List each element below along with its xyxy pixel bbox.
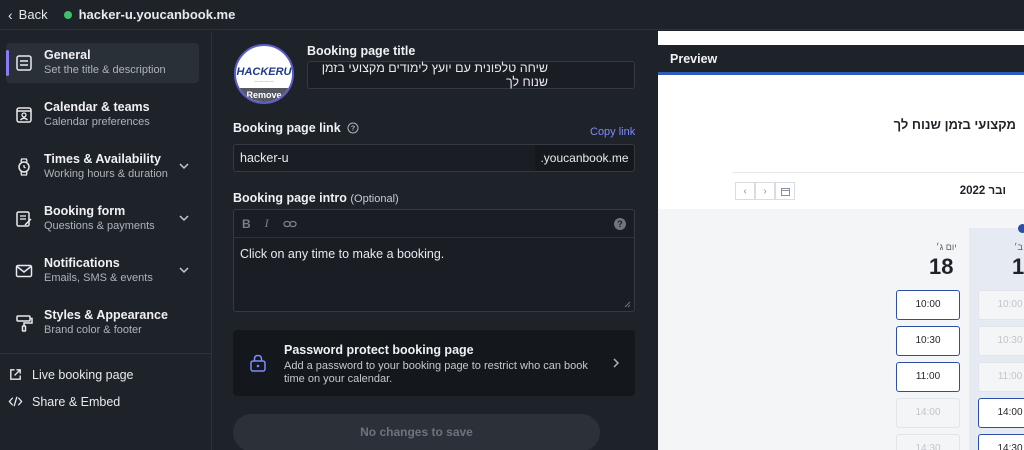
next-week-button[interactable]: › bbox=[755, 182, 775, 200]
share-embed-link[interactable]: Share & Embed bbox=[8, 394, 120, 409]
time-slot-unavailable: 11:00 bbox=[978, 362, 1024, 392]
avatar[interactable]: HACKERU — — — — Remove bbox=[234, 44, 294, 104]
help-icon[interactable]: ? bbox=[614, 218, 626, 230]
password-description: Add a password to your booking page to r… bbox=[284, 360, 588, 385]
intro-label-row: Booking page intro (Optional) bbox=[233, 191, 399, 205]
intro-label: Booking page intro bbox=[233, 191, 347, 205]
save-button[interactable]: No changes to save bbox=[233, 414, 600, 450]
day-number: 18 bbox=[929, 254, 954, 279]
resize-handle-icon[interactable] bbox=[624, 301, 631, 308]
time-slot-unavailable: 10:00 bbox=[978, 290, 1024, 320]
intro-text[interactable]: Click on any time to make a booking. bbox=[240, 247, 444, 261]
preview-date-nav: ‹ › bbox=[735, 182, 795, 200]
preview-page-title: מקצועי בזמן שנוח לך bbox=[893, 117, 1016, 132]
chevron-right-icon bbox=[613, 358, 620, 368]
calendar-user-icon bbox=[16, 107, 32, 123]
sidebar-item-title: Styles & Appearance bbox=[44, 308, 168, 322]
sidebar-item-title: Booking form bbox=[44, 204, 126, 218]
day-label: ב׳ bbox=[1014, 242, 1023, 252]
title-input-value: שיחה טלפונית עם יועץ לימודים מקצועי בזמן… bbox=[321, 61, 548, 89]
sidebar-item-subtitle: Set the title & description bbox=[44, 64, 166, 76]
link-label-row: Booking page link ? bbox=[233, 121, 359, 135]
preview-month-label: ובר 2022 bbox=[959, 185, 1006, 197]
time-slot[interactable]: 14:30 bbox=[978, 434, 1024, 450]
time-slot[interactable]: 10:00 bbox=[896, 290, 960, 320]
sidebar-divider bbox=[0, 353, 212, 354]
link-suffix: .youcanbook.me bbox=[535, 144, 635, 172]
sidebar-item-booking-form[interactable]: Booking form Questions & payments bbox=[6, 199, 199, 239]
chevron-left-icon: ‹ bbox=[8, 6, 13, 23]
chevron-down-icon[interactable] bbox=[178, 212, 190, 224]
logo-tagline-graphic: — — — — bbox=[254, 78, 274, 83]
remove-avatar-button[interactable]: Remove bbox=[236, 88, 292, 102]
calendar-icon[interactable] bbox=[775, 182, 795, 200]
time-slot-unavailable: 10:30 bbox=[978, 326, 1024, 356]
form-edit-icon bbox=[16, 211, 32, 227]
sidebar-item-title: Calendar & teams bbox=[44, 100, 150, 114]
preview-divider bbox=[732, 172, 1024, 173]
title-input[interactable]: שיחה טלפונית עם יועץ לימודים מקצועי בזמן… bbox=[307, 61, 635, 89]
external-link-icon bbox=[10, 369, 21, 380]
watch-icon bbox=[18, 158, 30, 176]
link-input-value: hacker-u bbox=[240, 151, 289, 165]
top-bar: ‹ Back hacker-u.youcanbook.me bbox=[0, 0, 1024, 30]
day-number: 1 bbox=[1012, 254, 1024, 279]
sidebar-item-notifications[interactable]: Notifications Emails, SMS & events bbox=[6, 251, 199, 291]
sidebar-item-title: Times & Availability bbox=[44, 152, 161, 166]
editor-toolbar: B I bbox=[234, 210, 634, 238]
domain-name: hacker-u.youcanbook.me bbox=[78, 7, 236, 22]
sidebar: General Set the title & description Cale… bbox=[0, 31, 212, 450]
italic-button[interactable]: I bbox=[265, 216, 269, 231]
time-slot-unavailable: 14:00 bbox=[896, 398, 960, 428]
sidebar-item-title: Notifications bbox=[44, 256, 120, 270]
day-label: יום ג׳ bbox=[936, 242, 957, 252]
bold-button[interactable]: B bbox=[242, 217, 251, 231]
sidebar-item-subtitle: Working hours & duration bbox=[44, 168, 168, 180]
link-label: Booking page link bbox=[233, 121, 341, 135]
paint-roller-icon bbox=[16, 315, 33, 332]
sidebar-item-general[interactable]: General Set the title & description bbox=[6, 43, 199, 83]
status-dot bbox=[63, 10, 72, 19]
time-slot[interactable]: 14:00 bbox=[978, 398, 1024, 428]
time-slot[interactable]: 11:00 bbox=[896, 362, 960, 392]
password-protect-card[interactable]: Password protect booking page Add a pass… bbox=[233, 330, 635, 396]
sidebar-item-calendar-teams[interactable]: Calendar & teams Calendar preferences bbox=[6, 95, 199, 135]
preview-header: Preview bbox=[658, 45, 1024, 75]
sidebar-item-subtitle: Emails, SMS & events bbox=[44, 272, 153, 284]
hackeru-logo: HACKERU bbox=[236, 66, 292, 78]
envelope-icon bbox=[15, 264, 33, 278]
live-booking-page-label: Live booking page bbox=[32, 367, 134, 382]
svg-text:?: ? bbox=[351, 126, 355, 133]
chevron-down-icon[interactable] bbox=[178, 160, 190, 172]
sidebar-item-title: General bbox=[44, 48, 91, 62]
general-icon bbox=[16, 55, 32, 71]
code-icon bbox=[8, 396, 23, 407]
prev-week-button[interactable]: ‹ bbox=[735, 182, 755, 200]
link-input[interactable]: hacker-u bbox=[233, 144, 536, 172]
share-embed-label: Share & Embed bbox=[32, 394, 121, 409]
sidebar-item-subtitle: Questions & payments bbox=[44, 220, 155, 232]
title-label: Booking page title bbox=[307, 44, 416, 58]
general-settings-panel: HACKERU — — — — Remove Booking page titl… bbox=[213, 31, 658, 450]
back-label: Back bbox=[18, 7, 48, 22]
sidebar-item-times-availability[interactable]: Times & Availability Working hours & dur… bbox=[6, 147, 199, 187]
back-button[interactable]: ‹ Back bbox=[8, 7, 48, 23]
link-icon[interactable] bbox=[283, 219, 297, 229]
copy-link-button[interactable]: Copy link bbox=[590, 126, 635, 138]
intro-editor[interactable]: B I ? Click on any time to make a bookin… bbox=[233, 209, 635, 312]
question-icon[interactable]: ? bbox=[347, 122, 359, 134]
optional-tag: (Optional) bbox=[350, 193, 399, 205]
password-title: Password protect booking page bbox=[284, 343, 474, 357]
time-slot-unavailable: 14:30 bbox=[896, 434, 960, 450]
today-indicator bbox=[1018, 224, 1024, 233]
live-booking-page-link[interactable]: Live booking page bbox=[8, 367, 133, 382]
sidebar-item-subtitle: Calendar preferences bbox=[44, 116, 150, 128]
preview-panel: Preview מקצועי בזמן שנוח לך ‹ › ובר 2022… bbox=[658, 31, 1024, 450]
time-slot[interactable]: 10:30 bbox=[896, 326, 960, 356]
chevron-down-icon[interactable] bbox=[178, 264, 190, 276]
sidebar-item-styles-appearance[interactable]: Styles & Appearance Brand color & footer bbox=[6, 303, 199, 343]
sidebar-item-subtitle: Brand color & footer bbox=[44, 324, 142, 336]
lock-icon bbox=[250, 354, 266, 372]
